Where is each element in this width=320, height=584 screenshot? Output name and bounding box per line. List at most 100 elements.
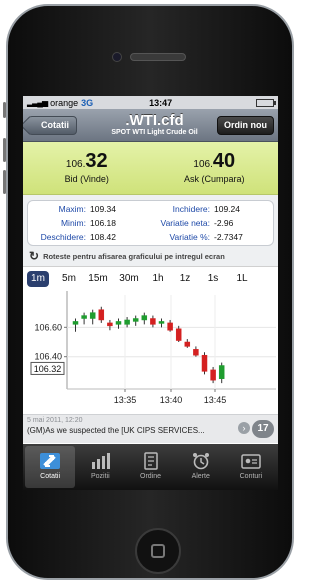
inchidere-label: Inchidere: [172, 204, 210, 214]
back-button-label: Cotatii [41, 120, 69, 130]
candlestick-chart[interactable]: 106.60 106.40 106.32 13:35 13:40 13:45 [23, 289, 278, 415]
tab-label: Alerte [191, 473, 210, 480]
timeframe-selector: 1m 5m 15m 30m 1h 1z 1s 1L [23, 271, 278, 287]
candle-up [141, 315, 148, 321]
deschidere-label: Deschidere: [40, 232, 86, 242]
accounts-card-icon [226, 452, 276, 470]
timeframe-1L[interactable]: 1L [231, 271, 253, 287]
signal-strength-icon: ▂▃▄▅ [27, 98, 48, 107]
tab-pozitii[interactable]: Pozitii [75, 446, 125, 488]
candle-up [218, 365, 225, 379]
tab-cotatii[interactable]: Cotatii [25, 446, 76, 488]
timeframe-1s[interactable]: 1s [203, 271, 223, 287]
price-panel: 106.32 Bid (Vinde) 106.40 Ask (Cumpara) [23, 142, 278, 195]
candle-up [132, 318, 139, 322]
volume-down-button [3, 170, 6, 194]
app-screen: ▂▃▄▅ orange 3G 13:47 Cotatii .WTI.cfd SP… [23, 96, 278, 490]
candle-up [158, 321, 165, 324]
bid-price-big: 32 [85, 150, 108, 172]
candle-up [124, 319, 130, 325]
candle-up [72, 321, 79, 325]
maxim-label: Maxim: [58, 204, 86, 214]
back-button[interactable]: Cotatii [28, 116, 77, 135]
stats-table: Maxim: 109.34 Inchidere: 109.24 Minim: 1… [27, 200, 274, 246]
minim-label: Minim: [60, 218, 86, 228]
new-order-button[interactable]: Ordin nou [217, 116, 274, 135]
news-count-badge[interactable]: 17 [252, 420, 274, 438]
x-tick-label: 13:35 [114, 395, 137, 405]
current-price-label: 106.32 [34, 364, 62, 374]
bid-price-box[interactable]: 106.32 Bid (Vinde) [23, 142, 151, 194]
y-tick-label: 106.60 [34, 322, 62, 332]
timeframe-1m[interactable]: 1m [27, 271, 49, 287]
instrument-name: SPOT WTI Light Crude Oil [111, 129, 198, 136]
inchidere-value: 109.24 [214, 204, 240, 214]
deschidere-value: 108.42 [90, 232, 116, 242]
y-tick-label: 106.40 [34, 352, 62, 362]
x-tick-label: 13:45 [204, 395, 227, 405]
tab-bar: Cotatii Pozitii Ordine Alerte Conturi [23, 444, 278, 490]
tab-label: Conturi [239, 473, 263, 480]
news-headline: (GM)As we suspected the [UK CIPS SERVICE… [27, 426, 205, 435]
bid-label: Bid (Vinde) [64, 174, 109, 184]
candle-down [193, 349, 199, 356]
candle-down [98, 309, 105, 321]
tab-conturi[interactable]: Conturi [226, 446, 276, 488]
bid-price-prefix: 106. [65, 159, 86, 170]
candle-down [167, 322, 173, 331]
variatie-pct-value: -2.7347 [214, 232, 243, 242]
tab-label: Ordine [140, 473, 162, 480]
home-button[interactable] [135, 528, 181, 574]
positions-bars-icon [75, 452, 125, 470]
maxim-value: 109.34 [90, 204, 116, 214]
news-ticker[interactable]: 5 mai 2011, 12:20 (GM)As we suspected th… [23, 414, 278, 443]
navigation-bar: Cotatii .WTI.cfd SPOT WTI Light Crude Oi… [23, 109, 278, 142]
ask-price: 106.40 [151, 150, 279, 173]
earpiece-speaker [130, 53, 186, 61]
timeframe-1z[interactable]: 1z [175, 271, 195, 287]
bid-price: 106.32 [23, 150, 151, 173]
tab-alerte[interactable]: Alerte [176, 446, 226, 488]
variatie-neta-value: -2.96 [214, 218, 234, 228]
chart-panel[interactable]: 1m 5m 15m 30m 1h 1z 1s 1L 106.60 106.40 106.32 13:… [23, 266, 278, 414]
candle-down [184, 341, 191, 347]
candle-down [210, 369, 216, 381]
ask-price-big: 40 [212, 150, 236, 172]
tab-label: Pozitii [90, 473, 110, 480]
tab-ordine[interactable]: Ordine [125, 446, 175, 488]
candle-up [89, 312, 96, 319]
instrument-title: .WTI.cfd SPOT WTI Light Crude Oil [89, 112, 220, 136]
candle-up [115, 321, 122, 325]
x-tick-label: 13:40 [160, 395, 183, 405]
news-date: 5 mai 2011, 12:20 [27, 417, 83, 424]
rotate-hint-text: Roteste pentru afisarea graficului pe in… [43, 251, 225, 261]
candle-down [175, 328, 182, 341]
status-bar: ▂▃▄▅ orange 3G 13:47 [23, 96, 278, 109]
ask-price-prefix: 106. [193, 159, 213, 170]
mute-switch [3, 102, 6, 118]
ask-price-box[interactable]: 106.40 Ask (Cumpara) [151, 142, 279, 194]
minim-value: 106.18 [90, 218, 116, 228]
volume-up-button [3, 138, 6, 162]
quotes-arrows-icon [25, 452, 75, 470]
candle-down [150, 318, 156, 325]
variatie-pct-label: Variatie %: [169, 232, 210, 242]
front-camera [112, 52, 122, 62]
rotate-hint: ↻ Roteste pentru afisarea graficului pe … [23, 246, 278, 266]
battery-icon [256, 98, 276, 107]
timeframe-15m[interactable]: 15m [85, 271, 111, 287]
instrument-symbol: .WTI.cfd [125, 112, 184, 129]
chevron-right-icon[interactable]: › [238, 422, 250, 434]
timeframe-30m[interactable]: 30m [116, 271, 142, 287]
stats-section: Maxim: 109.34 Inchidere: 109.24 Minim: 1… [23, 195, 278, 246]
tab-label: Cotatii [40, 473, 61, 480]
orders-document-icon [125, 452, 175, 470]
status-time: 13:47 [149, 97, 173, 108]
rotate-icon: ↻ [29, 249, 40, 263]
candle-down [201, 354, 208, 372]
timeframe-1h[interactable]: 1h [148, 271, 168, 287]
timeframe-5m[interactable]: 5m [59, 271, 79, 287]
alarm-clock-icon [176, 452, 226, 470]
candle-up [81, 315, 87, 319]
candle-down [107, 322, 113, 327]
